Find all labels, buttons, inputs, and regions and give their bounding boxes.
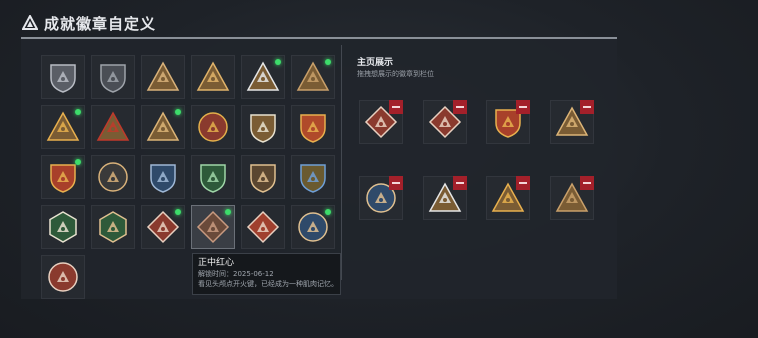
new-indicator-dot: [75, 159, 81, 165]
badge-icon: [100, 64, 126, 93]
page-title: 成就徽章自定义: [44, 14, 157, 33]
remove-badge-button[interactable]: [516, 100, 530, 114]
badge-icon: [198, 112, 228, 142]
badge-icon: [296, 61, 330, 91]
remove-badge-button[interactable]: [580, 176, 594, 190]
tooltip-unlock-date: 解锁时间：2025-06-12: [198, 269, 335, 279]
showcase-slot[interactable]: [550, 176, 594, 220]
badge-icon: [298, 212, 328, 242]
remove-badge-button[interactable]: [516, 176, 530, 190]
showcase-slot[interactable]: [486, 100, 530, 144]
badge-icon: [246, 61, 280, 91]
badge-icon: [146, 210, 180, 244]
badge-slot[interactable]: [41, 55, 85, 99]
showcase-slot[interactable]: [486, 176, 530, 220]
badge-tooltip: 正中红心 解锁时间：2025-06-12 看见头颅点开火键，已经成为一种肌肉记忆…: [192, 253, 341, 295]
new-indicator-dot: [325, 209, 331, 215]
new-indicator-dot: [175, 209, 181, 215]
badge-slot[interactable]: [191, 155, 235, 199]
new-indicator-dot: [275, 59, 281, 65]
panel-divider: [341, 45, 342, 280]
showcase-title: 主页展示: [357, 58, 394, 68]
badge-icon: [98, 162, 128, 192]
badge-icon: [50, 64, 76, 93]
badge-slot[interactable]: [191, 55, 235, 99]
badge-slot[interactable]: [91, 155, 135, 199]
badge-slot[interactable]: [91, 55, 135, 99]
remove-badge-button[interactable]: [453, 176, 467, 190]
badge-slot[interactable]: [291, 155, 335, 199]
tooltip-badge-name: 正中红心: [198, 258, 235, 268]
new-indicator-dot: [175, 109, 181, 115]
showcase-slot[interactable]: [359, 100, 403, 144]
badge-slot[interactable]: [141, 55, 185, 99]
tooltip-description: 看见头颅点开火键，已经成为一种肌肉记忆。: [198, 280, 335, 288]
badge-slot[interactable]: [141, 205, 185, 249]
badge-slot[interactable]: [291, 105, 335, 149]
badge-slot[interactable]: [241, 205, 285, 249]
tooltip-date-value: 2025-06-12: [233, 270, 274, 278]
badge-slot[interactable]: [91, 105, 135, 149]
badge-icon: [246, 210, 280, 244]
badge-icon: [46, 111, 80, 141]
badge-icon: [250, 164, 276, 193]
badge-icon: [48, 262, 78, 292]
showcase-subtitle: 拖拽想展示的徽章到栏位: [357, 70, 434, 78]
remove-badge-button[interactable]: [580, 100, 594, 114]
badge-slot[interactable]: [241, 155, 285, 199]
new-indicator-dot: [325, 59, 331, 65]
badge-icon: [50, 164, 76, 193]
badge-icon: [49, 211, 77, 243]
remove-badge-button[interactable]: [389, 100, 403, 114]
badge-slot[interactable]: [41, 105, 85, 149]
showcase-slot[interactable]: [359, 176, 403, 220]
badge-slot[interactable]: [241, 105, 285, 149]
badge-icon: [146, 61, 180, 91]
badge-icon: [200, 164, 226, 193]
badge-icon: [196, 61, 230, 91]
badge-icon: [300, 114, 326, 143]
remove-badge-button[interactable]: [389, 176, 403, 190]
badge-slot[interactable]: [241, 55, 285, 99]
remove-badge-button[interactable]: [453, 100, 467, 114]
badge-slot[interactable]: [141, 155, 185, 199]
badge-icon: [146, 111, 180, 141]
showcase-slot[interactable]: [423, 100, 467, 144]
showcase-slot[interactable]: [550, 100, 594, 144]
badge-icon: [300, 164, 326, 193]
badge-icon: [250, 114, 276, 143]
triangle-logo-icon: [22, 15, 38, 30]
badge-slot[interactable]: [41, 205, 85, 249]
badge-slot[interactable]: [41, 255, 85, 299]
badge-slot[interactable]: [91, 205, 135, 249]
badge-slot[interactable]: [141, 105, 185, 149]
showcase-slot[interactable]: [423, 176, 467, 220]
badge-icon: [99, 211, 127, 243]
page-header: 成就徽章自定义: [22, 11, 156, 35]
badge-slot[interactable]: [191, 205, 235, 249]
badge-slot[interactable]: [41, 155, 85, 199]
badge-icon: [196, 210, 230, 244]
badge-slot[interactable]: [291, 55, 335, 99]
badge-slot[interactable]: [291, 205, 335, 249]
new-indicator-dot: [225, 209, 231, 215]
badge-icon: [150, 164, 176, 193]
badge-icon: [96, 111, 130, 141]
badge-slot[interactable]: [191, 105, 235, 149]
tooltip-date-label: 解锁时间：: [198, 270, 233, 278]
new-indicator-dot: [75, 109, 81, 115]
